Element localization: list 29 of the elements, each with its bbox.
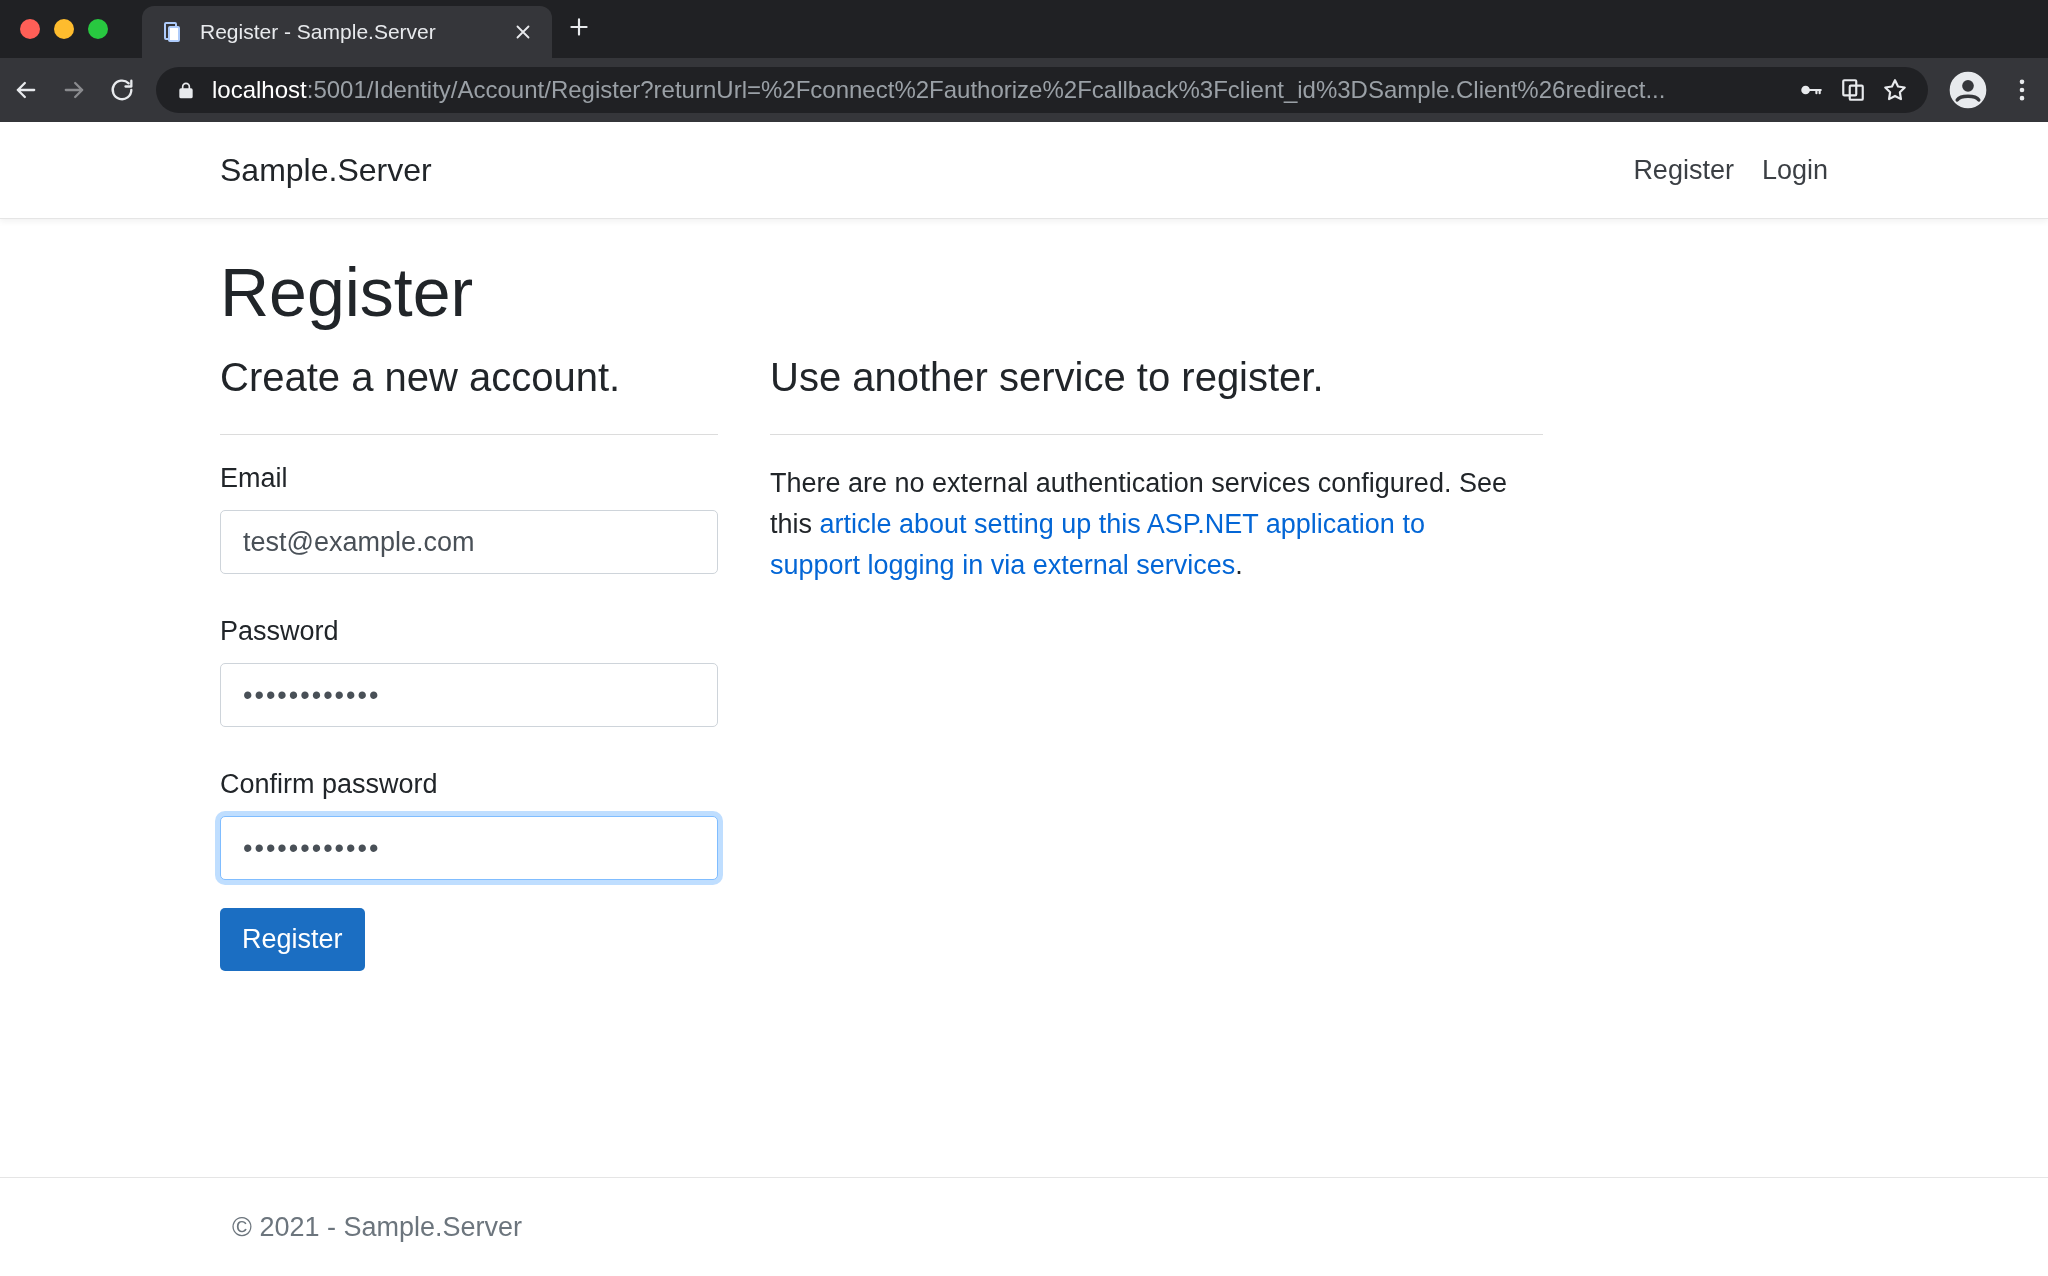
article-link[interactable]: support logging in via external services — [770, 550, 1236, 580]
lock-icon — [176, 80, 196, 100]
section-heading: Use another service to register. — [770, 355, 1325, 400]
address-bar[interactable]: localhost:5001/Identity/Account/Register?returnUrl=%2Fconnect%2Fauthorize%2Fcallback%3Fclient_id%3DSample.Client%26redirect... — [156, 67, 1928, 113]
form-heading: Create a new account. — [220, 355, 622, 400]
tab-title: Register - Sample.Server — [200, 20, 437, 44]
url-host: localhost — [212, 76, 307, 104]
field-label: Password — [220, 616, 340, 647]
field-label: Email — [220, 463, 289, 494]
register-button[interactable]: Register — [220, 908, 365, 971]
password-field[interactable]: •••••••••••• — [220, 663, 718, 727]
password-field[interactable]: •••••••••••• — [220, 816, 718, 880]
field-label: Confirm password — [220, 769, 439, 800]
footer-text: © 2021 - Sample.Server — [232, 1211, 523, 1243]
close-window-button[interactable] — [20, 19, 40, 39]
article-link[interactable]: article about setting up this ASP.NET application to — [819, 509, 1425, 539]
translate-icon[interactable] — [1840, 77, 1866, 103]
browser-tab[interactable]: Register - Sample.Server — [142, 6, 552, 58]
url-path: :5001/Identity/Account/Register?returnUrl=%2Fconnect%2Fauthorize%2Fcallback%3Fclient_id%3DSample.Client%26redirect... — [306, 76, 1666, 104]
site-brand[interactable]: Sample.Server — [220, 151, 1606, 189]
page-title: Register — [220, 253, 475, 331]
avatar-icon[interactable] — [1948, 70, 1988, 110]
minimize-window-button[interactable] — [54, 19, 74, 39]
nav-link[interactable]: Login — [1761, 154, 1828, 186]
nav-link[interactable]: Register — [1633, 154, 1734, 186]
email-field[interactable]: test@example.com — [220, 510, 718, 574]
info-paragraph: There are no external authentication services configured. See this article about setting up this ASP.NET application to support logging in via external services. — [770, 467, 1508, 582]
star-icon[interactable] — [1882, 77, 1908, 103]
maximize-window-button[interactable] — [88, 19, 108, 39]
